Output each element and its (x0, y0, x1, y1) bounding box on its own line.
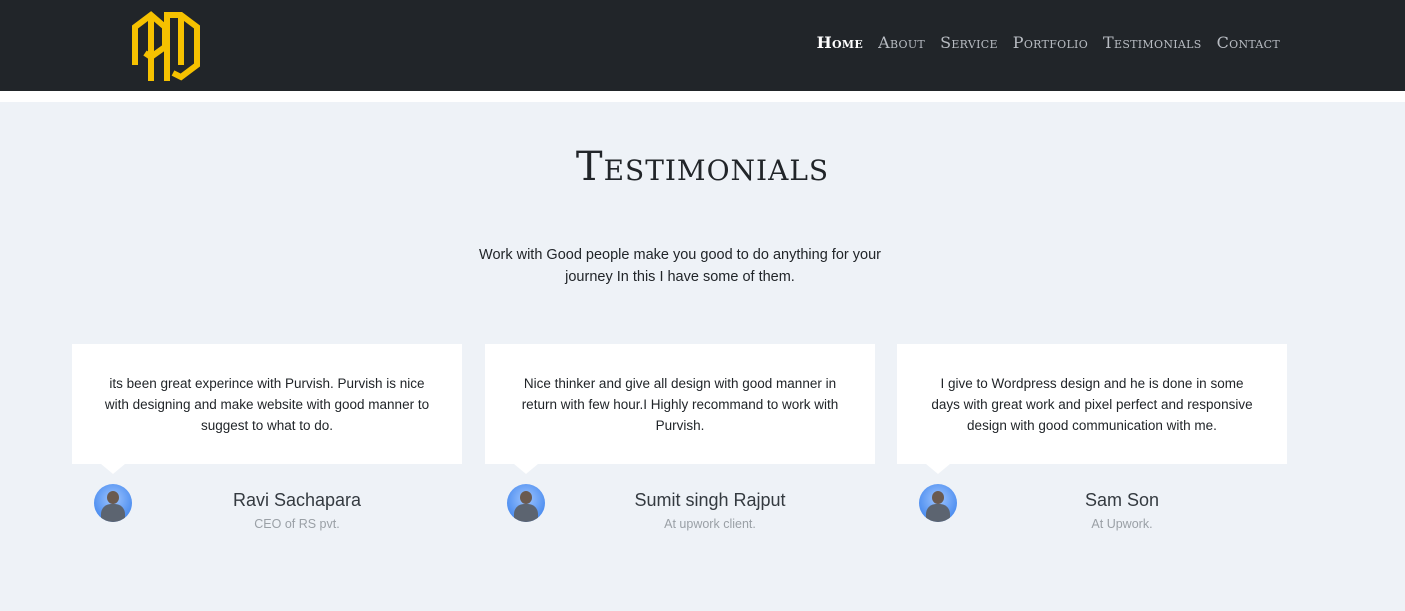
author-name: Sumit singh Rajput (634, 490, 786, 510)
avatar (507, 484, 545, 522)
author-role: At upwork client. (664, 517, 756, 531)
nav-home[interactable]: Home (817, 33, 863, 52)
nav-portfolio[interactable]: Portfolio (1013, 33, 1088, 52)
avatar (94, 484, 132, 522)
author-name: Ravi Sachapara (232, 490, 362, 510)
testimonial-card: its been great experince with Purvish. P… (72, 344, 462, 534)
author-role: CEO of RS pvt. (254, 517, 340, 531)
testimonial-author: Ravi Sachapara CEO of RS pvt. (72, 464, 462, 534)
testimonials-section: Testimonials Work with Good people make … (0, 102, 1405, 611)
testimonial-quote: Nice thinker and give all design with go… (485, 344, 875, 474)
nav-service[interactable]: Service (940, 33, 998, 52)
testimonial-author: Sumit singh Rajput At upwork client. (485, 464, 875, 534)
testimonial-quote: I give to Wordpress design and he is don… (897, 344, 1287, 474)
section-title: Testimonials (575, 144, 830, 190)
nav-menu: Home About Service Portfolio Testimonial… (817, 33, 1280, 52)
testimonial-card: I give to Wordpress design and he is don… (897, 344, 1287, 534)
nav-contact[interactable]: Contact (1217, 33, 1280, 52)
author-name: Sam Son (1084, 490, 1160, 510)
testimonial-author: Sam Son At Upwork. (897, 464, 1287, 534)
nav-about[interactable]: About (878, 33, 925, 52)
pd-logo-icon[interactable] (131, 7, 201, 85)
testimonial-card: Nice thinker and give all design with go… (485, 344, 875, 534)
author-role: At Upwork. (1091, 517, 1153, 531)
testimonial-quote: its been great experince with Purvish. P… (72, 344, 462, 474)
section-subtitle: Work with Good people make you good to d… (479, 247, 881, 285)
navbar: Home About Service Portfolio Testimonial… (0, 0, 1405, 91)
avatar (919, 484, 957, 522)
nav-testimonials[interactable]: Testimonials (1103, 33, 1202, 52)
